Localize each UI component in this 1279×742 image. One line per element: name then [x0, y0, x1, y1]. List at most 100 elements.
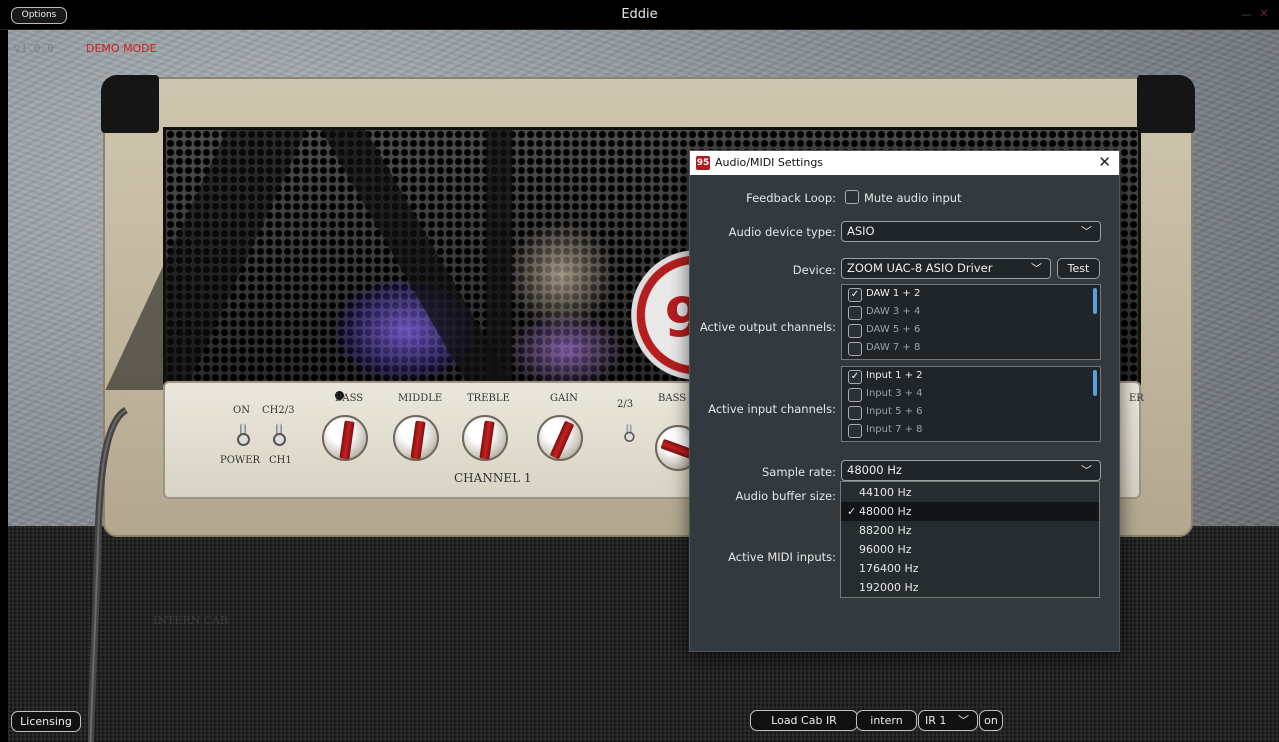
- grill-stripe: [105, 130, 307, 390]
- gain-knob[interactable]: [537, 415, 583, 461]
- ch-switch-label: 2/3: [617, 399, 634, 410]
- output-channel-checkbox[interactable]: [848, 342, 862, 356]
- bass-knob[interactable]: [322, 415, 368, 461]
- sample-rate-option-label: 96000 Hz: [859, 543, 912, 556]
- channel-toggle[interactable]: [272, 423, 286, 449]
- active-output-label: Active output channels:: [699, 320, 836, 334]
- check-icon: ✓: [847, 505, 857, 518]
- sample-rate-option-label: 192000 Hz: [859, 581, 919, 594]
- middle-label: MIDDLE: [398, 393, 443, 404]
- ch23-toggle[interactable]: [623, 423, 635, 445]
- chevron-down-icon: ﹀: [1081, 464, 1092, 477]
- mute-audio-input-checkbox[interactable]: [845, 190, 859, 204]
- sample-rate-option-label: 44100 Hz: [859, 486, 912, 499]
- gain-label: GAIN: [550, 393, 578, 404]
- audio-device-type-select[interactable]: ASIO ﹀: [841, 221, 1101, 242]
- input-channel-label: Input 3 + 4: [866, 388, 923, 399]
- sample-rate-option[interactable]: 192000 Hz: [841, 578, 1099, 597]
- intern-button[interactable]: intern: [856, 710, 917, 731]
- output-channel-checkbox[interactable]: [848, 306, 862, 320]
- on-label: ON: [233, 405, 250, 416]
- bass-label: BASS: [335, 393, 364, 404]
- sample-rate-select[interactable]: 48000 Hz ﹀: [841, 460, 1101, 481]
- load-cab-ir-button[interactable]: Load Cab IR: [750, 710, 858, 731]
- ir-select[interactable]: IR 1 ﹀: [918, 710, 978, 731]
- close-icon[interactable]: ✕: [1259, 6, 1271, 20]
- demo-mode-label: DEMO MODE: [86, 42, 157, 55]
- output-channels-list[interactable]: ✓ DAW 1 + 2 DAW 3 + 4 DAW 5 + 6 DAW 7 + 8: [841, 284, 1101, 360]
- output-channel-label: DAW 3 + 4: [866, 306, 921, 317]
- input-channel-item[interactable]: Input 5 + 6: [848, 404, 1088, 422]
- grill-stripe: [486, 130, 512, 390]
- close-icon[interactable]: ✕: [1098, 153, 1111, 171]
- sample-rate-dropdown: 44100 Hz ✓ 48000 Hz 88200 Hz 96000 Hz 176400 …: [840, 481, 1100, 598]
- output-channel-checkbox[interactable]: [848, 324, 862, 338]
- cab-label: INTERN CAB: [153, 614, 229, 627]
- input-channel-item[interactable]: Input 7 + 8: [848, 422, 1088, 440]
- version-label: v1.0.0: [14, 42, 54, 55]
- master-label: ER: [1129, 393, 1144, 404]
- power-label: POWER: [220, 455, 261, 466]
- dialog-title: Audio/MIDI Settings: [715, 156, 824, 169]
- minimize-icon[interactable]: —: [1241, 8, 1252, 21]
- sample-rate-option-label: 88200 Hz: [859, 524, 912, 537]
- sample-rate-option[interactable]: 96000 Hz: [841, 540, 1099, 559]
- input-channel-checkbox[interactable]: [848, 406, 862, 420]
- audio-device-type-label: Audio device type:: [728, 225, 836, 239]
- device-value: ZOOM UAC-8 ASIO Driver: [847, 261, 993, 275]
- audio-buffer-size-label: Audio buffer size:: [735, 489, 837, 503]
- output-channel-item[interactable]: DAW 3 + 4: [848, 304, 1088, 322]
- sample-rate-option[interactable]: 44100 Hz: [841, 483, 1099, 502]
- output-channel-item[interactable]: DAW 5 + 6: [848, 322, 1088, 340]
- input-channel-item[interactable]: Input 3 + 4: [848, 386, 1088, 404]
- mute-audio-input-label: Mute audio input: [864, 191, 962, 205]
- output-channel-label: DAW 7 + 8: [866, 342, 921, 353]
- output-channel-item[interactable]: ✓ DAW 1 + 2: [848, 286, 1088, 304]
- output-channel-label: DAW 5 + 6: [866, 324, 921, 335]
- treble-knob[interactable]: [462, 415, 508, 461]
- window-title: Eddie: [621, 7, 658, 22]
- output-channel-item[interactable]: DAW 7 + 8: [848, 340, 1088, 358]
- guitar-cable: [88, 406, 128, 742]
- ir-on-button[interactable]: on: [979, 710, 1003, 731]
- tube-glow: [506, 310, 626, 390]
- sample-rate-option[interactable]: ✓ 48000 Hz: [841, 502, 1099, 521]
- scrollbar[interactable]: [1093, 370, 1097, 396]
- device-label: Device:: [792, 263, 836, 277]
- input-channels-list[interactable]: ✓ Input 1 + 2 Input 3 + 4 Input 5 + 6 Input …: [841, 366, 1101, 442]
- sample-rate-value: 48000 Hz: [847, 463, 902, 477]
- chevron-down-icon: ﹀: [958, 714, 969, 727]
- treble-label: TREBLE: [467, 393, 510, 404]
- input-channel-label: Input 5 + 6: [866, 406, 923, 417]
- middle-knob[interactable]: [393, 415, 439, 461]
- input-channel-checkbox[interactable]: ✓: [848, 370, 862, 384]
- scrollbar[interactable]: [1093, 288, 1097, 314]
- active-midi-inputs-label: Active MIDI inputs:: [728, 550, 836, 564]
- input-channel-checkbox[interactable]: [848, 424, 862, 438]
- input-channel-label: Input 1 + 2: [866, 370, 923, 381]
- sample-rate-option[interactable]: 88200 Hz: [841, 521, 1099, 540]
- test-button[interactable]: Test: [1057, 258, 1100, 279]
- sample-rate-option-label: 176400 Hz: [859, 562, 919, 575]
- active-input-label: Active input channels:: [708, 402, 836, 416]
- audio-device-type-value: ASIO: [847, 224, 875, 238]
- sample-rate-option-label: 48000 Hz: [859, 505, 912, 518]
- amp-corner: [1137, 75, 1195, 133]
- amp-corner: [101, 75, 159, 133]
- ir-select-value: IR 1: [925, 714, 947, 727]
- chevron-down-icon: ﹀: [1031, 262, 1042, 275]
- input-channel-item[interactable]: ✓ Input 1 + 2: [848, 368, 1088, 386]
- device-select[interactable]: ZOOM UAC-8 ASIO Driver ﹀: [841, 258, 1051, 279]
- power-toggle[interactable]: [236, 423, 250, 449]
- ch1-label: CH1: [269, 455, 292, 466]
- dialog-title-bar: 95 Audio/MIDI Settings ✕: [690, 151, 1119, 175]
- input-channel-label: Input 7 + 8: [866, 424, 923, 435]
- chevron-down-icon: ﹀: [1081, 225, 1092, 238]
- title-bar: Options Eddie — ✕: [0, 0, 1279, 30]
- input-channel-checkbox[interactable]: [848, 388, 862, 402]
- output-channel-checkbox[interactable]: ✓: [848, 288, 862, 302]
- channel1-label: CHANNEL 1: [454, 471, 532, 485]
- ch23-label: CH2/3: [262, 405, 295, 416]
- sample-rate-option[interactable]: 176400 Hz: [841, 559, 1099, 578]
- licensing-button[interactable]: Licensing: [11, 711, 81, 732]
